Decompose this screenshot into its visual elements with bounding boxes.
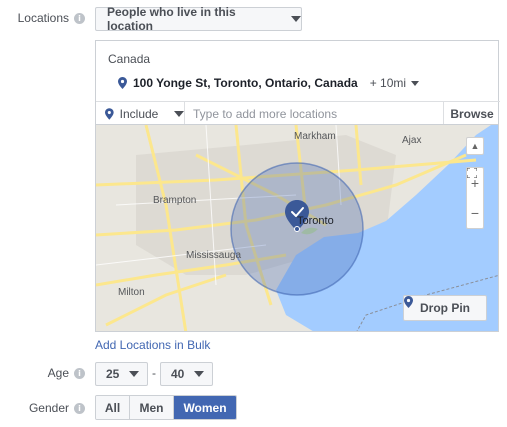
radius-dropdown[interactable]: + 10mi <box>369 76 420 90</box>
info-icon[interactable]: i <box>74 12 85 24</box>
zoom-out-button[interactable]: − <box>471 205 479 221</box>
browse-button[interactable]: Browse <box>443 102 500 125</box>
fullscreen-icon[interactable] <box>467 168 477 178</box>
age-separator: - <box>152 366 156 380</box>
chevron-down-icon <box>129 371 140 377</box>
map-label-toronto: Toronto <box>297 215 334 227</box>
info-icon[interactable]: i <box>74 367 85 379</box>
map-label-markham: Markham <box>294 131 336 142</box>
location-pin-icon <box>404 296 413 308</box>
map-label-ajax: Ajax <box>402 135 422 146</box>
locations-label-text: Locations <box>17 11 69 25</box>
audience-type-dropdown[interactable]: People who live in this location <box>95 5 302 33</box>
age-label: Age i <box>48 366 85 380</box>
gender-option-men[interactable]: Men <box>130 396 174 419</box>
gender-option-all[interactable]: All <box>96 396 130 419</box>
age-min-value: 25 <box>106 367 120 381</box>
map-label-mississauga: Mississauga <box>186 250 242 261</box>
audience-type-label: People who live in this location <box>107 5 236 33</box>
map-zoom-controls: + − <box>466 167 484 229</box>
include-label: Include <box>119 106 159 121</box>
locations-label: Locations i <box>18 11 85 25</box>
selected-location-text: 100 Yonge St, Toronto, Ontario, Canada <box>133 76 358 90</box>
location-pin-icon <box>105 107 114 120</box>
gender-label: Gender i <box>29 401 85 415</box>
gender-option-women[interactable]: Women <box>174 396 236 419</box>
location-pin-icon <box>118 77 127 89</box>
add-locations-bulk-link[interactable]: Add Locations in Bulk <box>95 338 210 352</box>
age-max-dropdown[interactable]: 40 <box>160 362 213 386</box>
gender-label-text: Gender <box>28 401 69 415</box>
radius-value: + 10mi <box>369 76 407 90</box>
map-scroll-up-button[interactable]: ▲ <box>466 137 484 155</box>
locations-box: Canada 100 Yonge St, Toronto, Ontario, C… <box>95 40 500 125</box>
selected-location-row[interactable]: 100 Yonge St, Toronto, Ontario, Canada +… <box>118 76 420 90</box>
location-search-row: Include Browse <box>96 101 500 125</box>
chevron-down-icon <box>411 80 420 86</box>
gender-selector: All Men Women <box>95 395 237 420</box>
age-max-value: 40 <box>171 367 185 381</box>
age-label-text: Age <box>47 366 69 380</box>
drop-pin-button[interactable]: Drop Pin <box>403 295 487 321</box>
map-label-brampton: Brampton <box>153 195 197 206</box>
location-map[interactable]: Markham Ajax Brampton Toronto Mississaug… <box>95 124 499 332</box>
chevron-down-icon <box>194 371 205 377</box>
chevron-down-icon <box>174 110 184 117</box>
include-dropdown[interactable]: Include <box>96 102 185 125</box>
map-label-milton: Milton <box>118 287 145 298</box>
age-min-dropdown[interactable]: 25 <box>95 362 148 386</box>
info-icon[interactable]: i <box>74 402 85 414</box>
country-label: Canada <box>108 52 151 66</box>
chevron-down-icon <box>291 16 301 22</box>
drop-pin-label: Drop Pin <box>420 301 470 315</box>
location-search-input[interactable] <box>185 102 443 125</box>
